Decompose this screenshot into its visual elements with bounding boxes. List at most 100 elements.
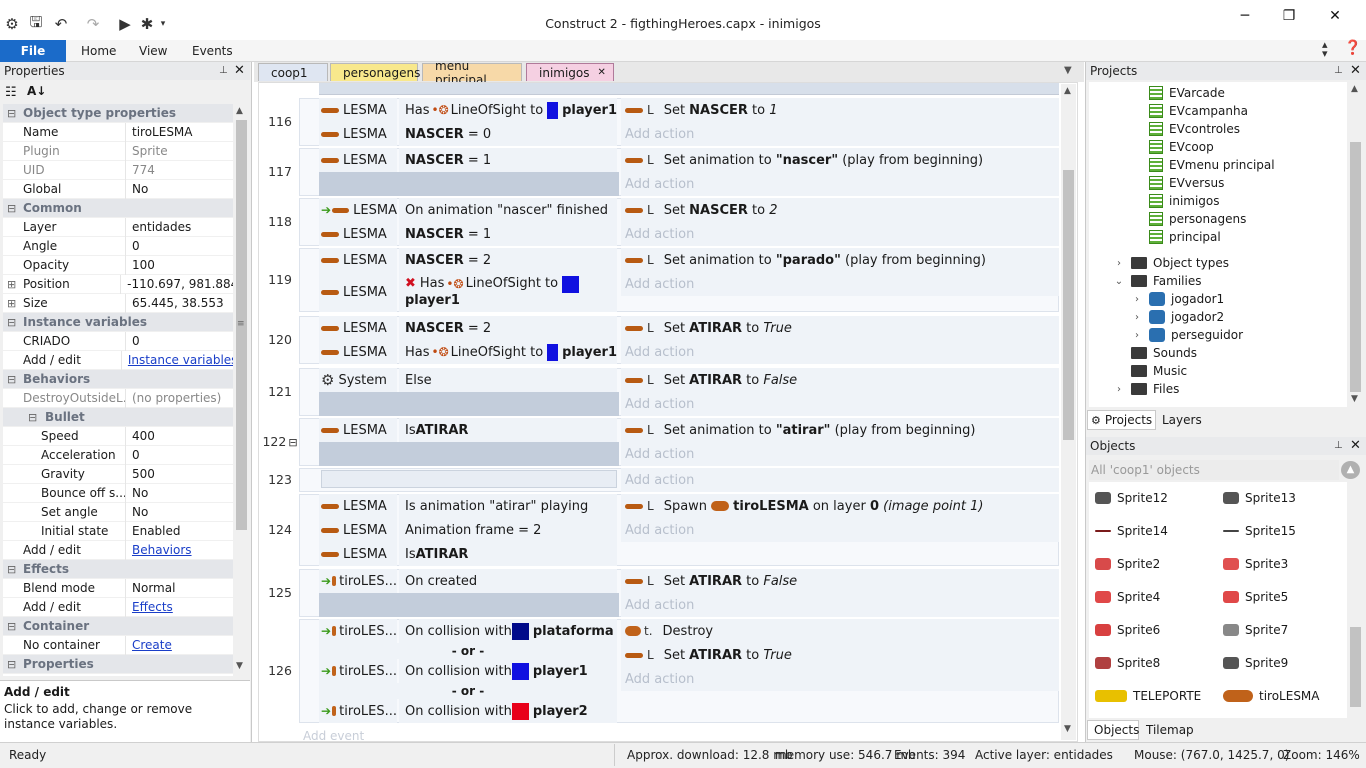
add-action[interactable]: Add action [621,392,1059,416]
condition-object[interactable]: ➔ tiroLES... [319,619,397,643]
collapse-icon[interactable]: ⊟ [288,436,297,449]
add-action-text[interactable]: Add action [625,127,694,142]
action[interactable]: L Set ATIRAR to False [621,368,1059,392]
property-value[interactable]: Instance variables [122,351,233,370]
property-row[interactable]: CRIADO 0 [3,331,233,351]
property-value[interactable]: No [126,484,148,503]
add-action[interactable]: Add action [621,122,1059,146]
property-category[interactable]: Bullet [3,408,233,427]
condition-object[interactable]: ➔ tiroLES... [319,569,397,593]
property-row[interactable]: Blend mode Normal [3,578,233,598]
property-value[interactable]: 0 [126,332,140,351]
add-action[interactable]: Add action [621,468,1059,492]
property-row[interactable]: Initial state Enabled [3,521,233,541]
condition-object[interactable]: LESMA [319,222,397,246]
object-item[interactable]: Sprite9 [1223,649,1288,677]
tab-tilemap[interactable]: Tilemap [1146,723,1194,737]
add-action-text[interactable]: Add action [625,447,694,462]
property-row[interactable]: DestroyOutsideL... (no properties) [3,388,233,408]
construct-logo-icon[interactable]: ⚙ [3,14,21,34]
condition[interactable]: Else [399,368,617,392]
run-icon[interactable]: ▶ [116,14,134,34]
property-row[interactable]: Plugin Sprite [3,141,233,161]
add-action[interactable]: Add action [621,222,1059,246]
condition-object[interactable]: LESMA [319,518,397,542]
objects-scrollbar[interactable] [1348,482,1363,718]
property-row[interactable]: Angle 0 [3,236,233,256]
expand-arrow-icon[interactable]: › [1131,312,1143,323]
action[interactable]: L Set NASCER to 1 [621,98,1059,122]
condition-object[interactable]: LESMA [319,340,397,364]
condition-object[interactable]: LESMA [319,122,397,146]
condition-object[interactable]: LESMA [319,494,397,518]
action[interactable]: L Set animation to "atirar" (play from be… [621,418,1059,442]
action[interactable]: L Set ATIRAR to True [621,316,1059,340]
property-row[interactable]: Acceleration 0 [3,445,233,465]
tab-inimigos[interactable]: inimigos ✕ [526,63,614,81]
add-event[interactable]: Add event [303,729,364,741]
folder-item[interactable]: › Object types [1113,254,1229,272]
object-item[interactable]: Sprite7 [1223,616,1288,644]
object-item[interactable]: Sprite13 [1223,484,1296,512]
condition[interactable]: NASCER = 0 [399,122,617,146]
condition-object[interactable]: ➔ LESMA [319,198,397,222]
condition[interactable]: Animation frame = 2 [399,518,617,542]
redo-icon[interactable]: ↷ [82,14,104,34]
project-tree-scrollbar[interactable]: ▲ ▼ [1348,82,1363,407]
property-value[interactable]: 65.445, 38.553 [126,294,224,313]
property-value[interactable]: tiroLESMA [126,123,193,142]
action[interactable]: L Set animation to "parado" (play from be… [621,248,1059,272]
add-action-text[interactable]: Add action [625,672,694,687]
tab-events[interactable]: Events [192,44,233,58]
condition[interactable]: On animation "nascer" finished [399,198,617,222]
add-action[interactable]: Add action [621,518,1059,542]
projects-close-icon[interactable]: ✕ [1350,63,1361,78]
condition[interactable]: On created [399,569,617,593]
projects-pin-icon[interactable]: ⊥ [1334,65,1343,76]
condition-object[interactable]: ➔ tiroLES... [319,699,397,723]
tab-home[interactable]: Home [81,44,116,58]
property-value[interactable]: 0 [126,237,140,256]
tab-coop1[interactable]: coop1 [258,63,328,81]
expand-arrow-icon[interactable]: ⌄ [1113,276,1125,287]
family-item[interactable]: › perseguidor [1131,326,1243,344]
property-category[interactable]: Behaviors [3,370,233,389]
condition-object[interactable]: ⚙ System [319,368,397,392]
action[interactable]: L Set ATIRAR to True [621,643,1059,667]
condition-object[interactable]: LESMA [319,316,397,340]
object-item[interactable]: Sprite5 [1223,583,1288,611]
property-value[interactable]: 774 [126,161,155,180]
property-row[interactable]: Global No [3,179,233,199]
close-button[interactable]: ✕ [1312,4,1358,28]
object-item[interactable]: Sprite8 [1095,649,1160,677]
tab-personagens[interactable]: personagens [330,63,420,81]
condition[interactable]: ✖ Has •❂ LineOfSight to player1 [399,272,617,312]
condition[interactable]: On collision with player1 [399,659,617,683]
property-value[interactable]: 400 [126,427,155,446]
help-icon[interactable]: ❓ [1344,40,1361,56]
close-pane-icon[interactable]: ✕ [234,63,245,78]
condition[interactable]: On collision with player2 [399,699,617,723]
condition[interactable]: Has •❂ LineOfSight to player1 [399,340,617,364]
add-action-text[interactable]: Add action [625,277,694,292]
tab-objects[interactable]: Objects [1087,720,1139,740]
file-menu-button[interactable]: File [0,40,66,62]
objects-pin-icon[interactable]: ⊥ [1334,440,1343,451]
object-item[interactable]: Sprite15 [1223,517,1296,545]
property-row[interactable]: Set angle No [3,502,233,522]
tab-menu-principal[interactable]: menu principal [422,59,522,87]
folder-item[interactable]: Sounds [1131,344,1197,362]
property-value[interactable]: entidades [126,218,191,237]
object-item[interactable]: Sprite14 [1095,517,1168,545]
condition[interactable]: Is animation "atirar" playing [399,494,617,518]
condition-object[interactable]: LESMA [319,418,397,442]
expand-arrow-icon[interactable]: › [1113,258,1125,269]
property-value[interactable]: Create [126,636,172,655]
property-category[interactable]: Container [3,617,233,636]
close-tab-icon[interactable]: ✕ [598,67,606,78]
ribbon-collapse-icon[interactable]: ▴ ▾ [1322,39,1328,59]
property-value[interactable]: Sprite [126,142,168,161]
debug-icon[interactable]: ✱ [138,14,156,34]
tab-view[interactable]: View [139,44,167,58]
condition-object[interactable]: LESMA [319,248,397,272]
